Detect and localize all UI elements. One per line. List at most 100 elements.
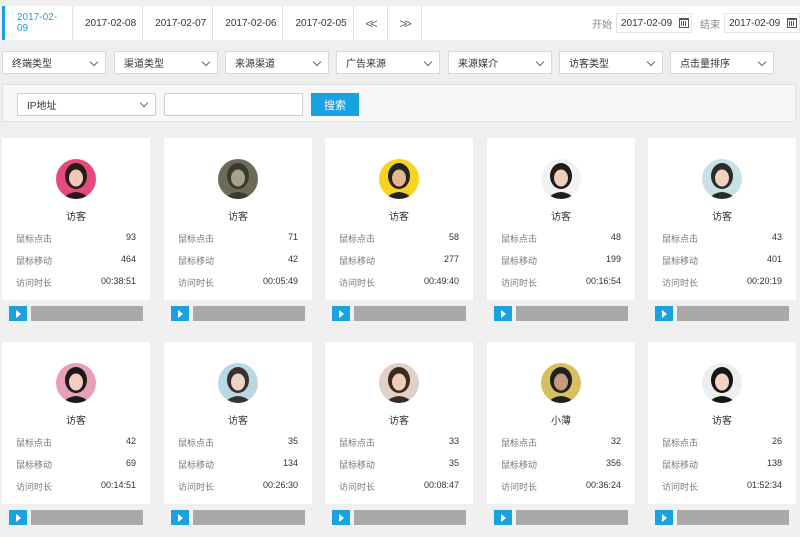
replay-progress-bar[interactable] — [193, 306, 305, 321]
prev-dates-chevron-icon[interactable]: << — [354, 6, 388, 40]
visitor-name: 访客 — [228, 212, 248, 223]
search-type-label: IP地址 — [27, 101, 57, 112]
end-date-value: 2017-02-09 — [729, 17, 781, 29]
filter-ad-source[interactable]: 广告来源 — [336, 51, 440, 74]
replay-player — [487, 504, 635, 531]
avatar-image — [379, 159, 419, 199]
replay-progress-bar[interactable] — [516, 510, 628, 525]
visitor-card[interactable]: 访客 鼠标点击 35 鼠标移动 134 访问时长 00:26:30 — [164, 342, 312, 531]
duration-row: 访问时长 00:26:30 — [178, 480, 298, 493]
play-icon[interactable] — [9, 510, 27, 525]
play-icon[interactable] — [494, 306, 512, 321]
avatar — [218, 363, 258, 403]
moves-value: 277 — [443, 254, 459, 264]
moves-row: 鼠标移动 464 — [16, 254, 136, 267]
search-input[interactable] — [164, 93, 303, 116]
visitor-name: 小薄 — [551, 416, 571, 427]
chevron-down-icon — [646, 57, 656, 67]
duration-value: 00:05:49 — [262, 276, 298, 286]
replay-progress-bar[interactable] — [677, 510, 789, 525]
date-tab-1[interactable]: 2017-02-08 — [73, 6, 144, 40]
visitor-card[interactable]: 访客 鼠标点击 26 鼠标移动 138 访问时长 01:52:34 — [648, 342, 796, 531]
play-icon[interactable] — [332, 306, 350, 321]
moves-value: 464 — [120, 254, 136, 264]
play-icon[interactable] — [9, 306, 27, 321]
start-date-field[interactable]: 2017-02-09 — [616, 13, 692, 33]
moves-label: 鼠标移动 — [501, 256, 538, 266]
avatar — [56, 159, 96, 199]
replay-progress-bar[interactable] — [31, 306, 143, 321]
visitor-name: 访客 — [389, 416, 409, 427]
chevron-down-icon — [535, 57, 545, 67]
moves-label: 鼠标移动 — [662, 460, 699, 470]
moves-value: 134 — [282, 458, 298, 468]
search-button[interactable]: 搜索 — [311, 93, 359, 116]
next-dates-chevron-icon[interactable]: >> — [388, 6, 422, 40]
filter-channel-type[interactable]: 渠道类型 — [114, 51, 218, 74]
play-icon[interactable] — [655, 510, 673, 525]
avatar — [218, 159, 258, 199]
filter-label: 渠道类型 — [124, 59, 164, 70]
calendar-icon[interactable] — [787, 18, 797, 28]
calendar-icon[interactable] — [679, 18, 689, 28]
replay-player — [164, 300, 312, 327]
visitor-card[interactable]: 访客 鼠标点击 48 鼠标移动 199 访问时长 00:16:54 — [487, 138, 635, 327]
filter-terminal-type[interactable]: 终端类型 — [2, 51, 106, 74]
moves-value: 138 — [766, 458, 782, 468]
duration-label: 访问时长 — [178, 482, 215, 492]
duration-row: 访问时长 00:05:49 — [178, 276, 298, 289]
replay-progress-bar[interactable] — [31, 510, 143, 525]
replay-progress-bar[interactable] — [193, 510, 305, 525]
play-icon[interactable] — [332, 510, 350, 525]
filter-click-sort[interactable]: 点击量排序 — [670, 51, 774, 74]
date-tab-3[interactable]: 2017-02-06 — [213, 6, 284, 40]
replay-progress-bar[interactable] — [677, 306, 789, 321]
search-type-select[interactable]: IP地址 — [17, 93, 156, 116]
play-icon[interactable] — [494, 510, 512, 525]
start-date-value: 2017-02-09 — [621, 17, 673, 29]
visitor-name: 访客 — [712, 212, 732, 223]
visitor-card[interactable]: 访客 鼠标点击 58 鼠标移动 277 访问时长 00:49:40 — [325, 138, 473, 327]
filter-visitor-type[interactable]: 访客类型 — [559, 51, 663, 74]
chevron-down-icon — [139, 98, 149, 108]
clicks-value: 43 — [771, 232, 782, 242]
clicks-label: 鼠标点击 — [501, 234, 538, 244]
visitor-card[interactable]: 访客 鼠标点击 42 鼠标移动 69 访问时长 00:14:51 — [2, 342, 150, 531]
clicks-label: 鼠标点击 — [339, 234, 376, 244]
visitor-card[interactable]: 访客 鼠标点击 33 鼠标移动 35 访问时长 00:08:47 — [325, 342, 473, 531]
replay-progress-bar[interactable] — [516, 306, 628, 321]
avatar-image — [541, 363, 581, 403]
avatar-image — [702, 363, 742, 403]
filter-source-medium[interactable]: 来源媒介 — [448, 51, 552, 74]
filter-label: 点击量排序 — [680, 59, 730, 70]
duration-value: 00:14:51 — [100, 480, 136, 490]
date-tab-2[interactable]: 2017-02-07 — [143, 6, 214, 40]
play-icon[interactable] — [655, 306, 673, 321]
play-icon[interactable] — [171, 306, 189, 321]
clicks-row: 鼠标点击 33 — [339, 436, 459, 449]
moves-label: 鼠标移动 — [178, 256, 215, 266]
avatar — [702, 363, 742, 403]
clicks-label: 鼠标点击 — [16, 438, 53, 448]
date-tab-4[interactable]: 2017-02-05 — [283, 6, 354, 40]
end-date-field[interactable]: 2017-02-09 — [724, 13, 800, 33]
visitor-card[interactable]: 访客 鼠标点击 71 鼠标移动 42 访问时长 00:05:49 — [164, 138, 312, 327]
filter-source-channel[interactable]: 来源渠道 — [225, 51, 329, 74]
visitor-card[interactable]: 小薄 鼠标点击 32 鼠标移动 356 访问时长 00:36:24 — [487, 342, 635, 531]
moves-row: 鼠标移动 356 — [501, 458, 621, 471]
replay-progress-bar[interactable] — [354, 510, 466, 525]
replay-player — [648, 504, 796, 531]
visitor-card[interactable]: 访客 鼠标点击 93 鼠标移动 464 访问时长 00:38:51 — [2, 138, 150, 327]
clicks-row: 鼠标点击 26 — [662, 436, 782, 449]
duration-value: 00:38:51 — [100, 276, 136, 286]
clicks-row: 鼠标点击 42 — [16, 436, 136, 449]
filter-bar: 终端类型 渠道类型 来源渠道 广告来源 来源媒介 访客类型 点击量排序 — [2, 51, 800, 75]
play-icon[interactable] — [171, 510, 189, 525]
duration-label: 访问时长 — [662, 278, 699, 288]
date-tab-0[interactable]: 2017-02-09 — [5, 6, 73, 40]
clicks-value: 42 — [125, 436, 136, 446]
filter-label: 来源渠道 — [235, 59, 275, 70]
end-label: 结束 — [700, 19, 720, 31]
visitor-card[interactable]: 访客 鼠标点击 43 鼠标移动 401 访问时长 00:20:19 — [648, 138, 796, 327]
replay-progress-bar[interactable] — [354, 306, 466, 321]
